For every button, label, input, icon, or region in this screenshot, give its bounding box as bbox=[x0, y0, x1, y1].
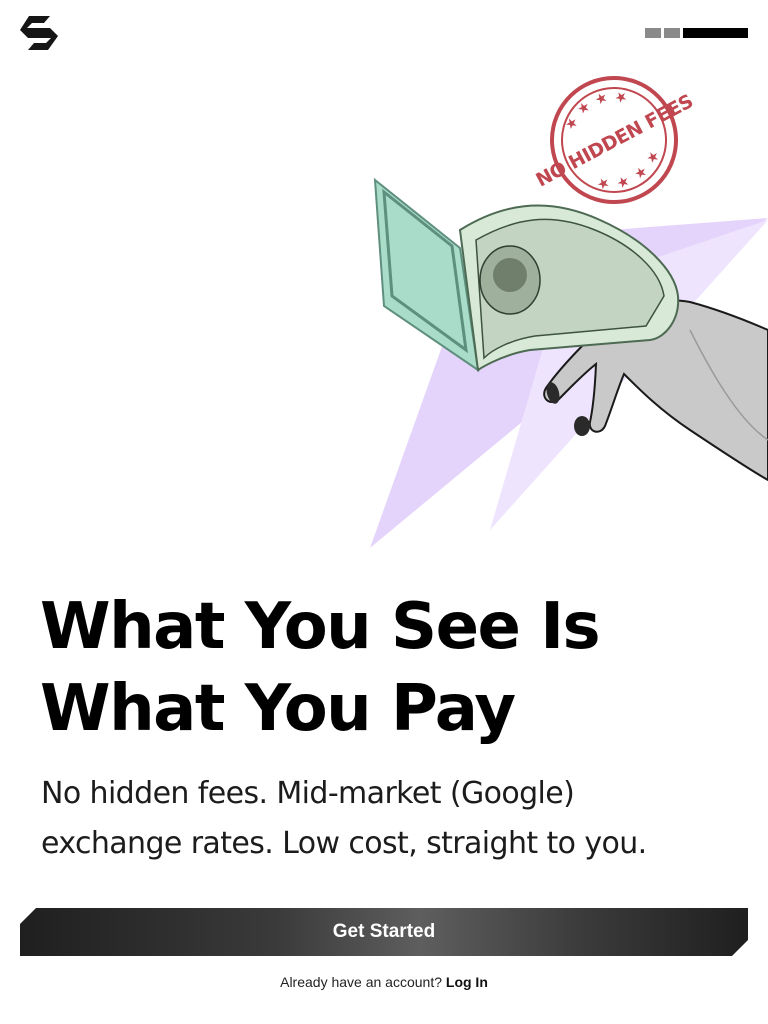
page-description: No hidden fees. Mid-market (Google) exch… bbox=[41, 769, 741, 869]
progress-step-2 bbox=[664, 28, 680, 38]
login-prompt-text: Already have an account? bbox=[280, 974, 446, 990]
svg-text:★: ★ bbox=[574, 98, 593, 118]
page-headline: What You See Is What You Pay bbox=[40, 586, 740, 750]
headline-line-1: What You See Is bbox=[40, 590, 601, 664]
description-line-1: No hidden fees. Mid-market (Google) bbox=[41, 776, 575, 811]
progress-step-3-active bbox=[683, 28, 748, 38]
login-link[interactable]: Log In bbox=[446, 974, 488, 990]
onboarding-progress bbox=[645, 28, 748, 38]
headline-line-2: What You Pay bbox=[40, 672, 516, 746]
login-prompt-row: Already have an account? Log In bbox=[0, 974, 768, 990]
get-started-button[interactable]: Get Started bbox=[20, 908, 748, 956]
brand-logo-icon bbox=[20, 16, 58, 50]
svg-text:★: ★ bbox=[562, 113, 581, 133]
description-line-2: exchange rates. Low cost, straight to yo… bbox=[41, 826, 647, 861]
hero-illustration: ★ ★ ★ ★ ★ ★ ★ ★ NO HIDDEN FEES bbox=[370, 75, 768, 548]
progress-step-1 bbox=[645, 28, 661, 38]
dollar-bill-illustration bbox=[373, 177, 680, 373]
brand-logo bbox=[20, 16, 58, 50]
